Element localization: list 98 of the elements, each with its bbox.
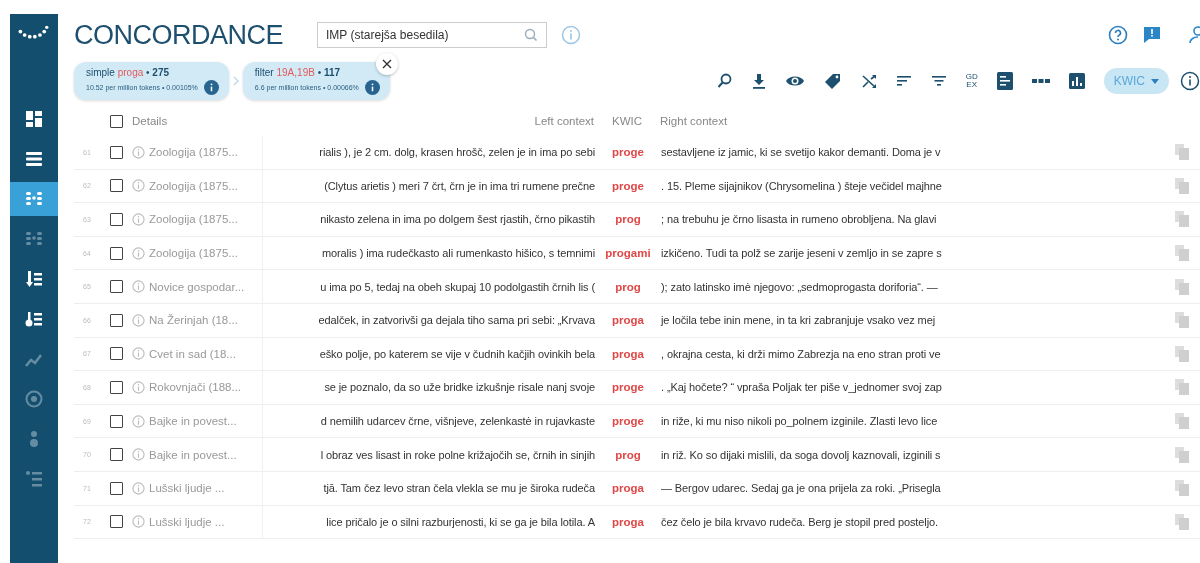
keyword[interactable]: proga <box>599 515 657 528</box>
document-title[interactable]: Lušski ljudje ... <box>149 482 225 495</box>
filter-icon[interactable] <box>930 74 947 88</box>
row-checkbox[interactable] <box>109 448 123 462</box>
document-title[interactable]: Bajke in povest... <box>149 448 237 461</box>
corpus-field[interactable]: IMP (starejša besedila) <box>317 22 547 48</box>
left-context: u ima po 5, tedaj na obeh skupaj 10 podolgastih črnih lis ( <box>319 280 596 293</box>
chevron-icon <box>232 76 239 86</box>
document-title[interactable]: Na Žerinjah (18... <box>149 314 238 327</box>
chip-label: filter 19A,19B • 117 <box>254 67 342 78</box>
right-context: ; na trebuhu je črno lisasta in rumeno obrobljena. Na glavi <box>660 213 938 226</box>
sort-icon[interactable] <box>895 74 912 88</box>
search-icon[interactable] <box>716 73 733 89</box>
left-context: lice pričalo je o silni razburjenosti, ki se ga je bila lotila. A <box>325 515 596 528</box>
close-icon <box>381 59 392 69</box>
feedback-icon[interactable] <box>1142 25 1162 45</box>
left-context: rialis ), je 2 cm. dolg, krasen hrošč, zelen je in ima po sebi <box>318 146 596 159</box>
row-checkbox[interactable] <box>109 313 123 327</box>
user-icon[interactable] <box>1188 25 1200 45</box>
left-context: moralis ) ima rudečkasto ali rumenkasto hišico, s temnimi <box>320 247 596 260</box>
column-header: Details <box>132 114 169 129</box>
list-icon <box>24 149 44 169</box>
column-header: KWIC <box>611 115 643 127</box>
gdex-button[interactable]: GD EX <box>965 73 978 89</box>
view-dropdown[interactable]: KWIC <box>1103 68 1169 94</box>
target-icon <box>24 389 44 409</box>
keyword[interactable]: proge <box>599 146 657 159</box>
left-context: l obraz ves lisast in roke polne križajočih se, črnih in sinjih <box>319 448 596 461</box>
row-checkbox[interactable] <box>109 515 123 529</box>
right-context: , okrajna cesta, ki drži mimo Zabrezja na eno stran proti ve <box>660 347 942 360</box>
left-context: edalček, in zatvorivši ga dejala tiho sama pri sebi: „Krvava <box>317 314 596 327</box>
keyword[interactable]: proga <box>599 347 657 360</box>
info-icon[interactable] <box>203 80 219 95</box>
left-context: d nemilih udarcev črne, višnjeve, zelenkastė in rujavkaste <box>319 415 596 428</box>
help-icon[interactable] <box>1108 25 1128 45</box>
dashboard-icon <box>24 109 44 129</box>
keyword[interactable]: prog <box>599 213 657 226</box>
sort-icon <box>24 269 44 289</box>
column-header: Right context <box>659 115 729 127</box>
close-button[interactable] <box>375 53 398 75</box>
document-title[interactable]: Lušski ljudje ... <box>149 515 225 528</box>
document-title[interactable]: Novice gospodar... <box>149 280 245 293</box>
keyword[interactable]: prog <box>599 280 657 293</box>
select-all-checkbox[interactable] <box>109 114 123 128</box>
shuffle-icon[interactable] <box>860 73 877 89</box>
document-title[interactable]: Rokovnjači (188... <box>149 381 242 394</box>
right-context: . 15. Pleme sijajnikov (Chrysomelina ) šteje večidel majhne <box>660 179 943 192</box>
document-title[interactable]: Zoologija (1875... <box>149 213 238 226</box>
download-icon[interactable] <box>751 73 766 89</box>
row-checkbox[interactable] <box>109 481 123 495</box>
search-icon <box>524 28 538 42</box>
list-icon <box>24 309 44 329</box>
chart-icon[interactable] <box>1068 73 1085 89</box>
right-context: . „Kaj hočete? “ vpraša Poljak ter piše v_jednomer svoj zap <box>660 381 943 394</box>
list-icon <box>24 469 44 489</box>
document-title[interactable]: Bajke in povest... <box>149 415 237 428</box>
keyword[interactable]: prog <box>599 448 657 461</box>
row-checkbox[interactable] <box>109 380 123 394</box>
right-context: je ločila tebe inin mene, in ta kri zabranjuje vsako vez mej <box>659 314 937 327</box>
left-context: eško polje, po katerem se vije v čudnih kačjih ovinkih bela <box>318 347 596 360</box>
info-icon[interactable] <box>364 80 380 95</box>
row-checkbox[interactable] <box>109 347 123 361</box>
left-context: nikasto zelena in ima po dolgem šest rjastih, črno pikastih <box>319 213 596 226</box>
right-context: izkičeno. Tudi ta polž se zarije jeseni v zemljo in se zapre s <box>660 247 943 260</box>
right-context: ); zato latinsko imė njegovo: „sedmoprogasta doriforia“. — <box>660 280 939 293</box>
keyword[interactable]: proga <box>599 314 657 327</box>
left-context: tjā. Tam čez levo stran čela vlekla se mu je široka rudeča <box>322 482 596 495</box>
eye-icon[interactable] <box>784 74 805 88</box>
keyword[interactable]: proge <box>599 381 657 394</box>
row-checkbox[interactable] <box>109 280 123 294</box>
keyword[interactable]: proge <box>599 179 657 192</box>
caret-icon <box>1151 78 1159 84</box>
more-icon[interactable] <box>1031 78 1050 84</box>
right-context: čez čelo je bila krvavo rudeča. Berg je stopil pred posteljo. <box>660 515 939 528</box>
column-header: Left context <box>533 115 595 127</box>
keyword[interactable]: progami <box>599 247 657 260</box>
document-title[interactable]: Zoologija (1875... <box>149 247 238 260</box>
document-title[interactable]: Zoologija (1875... <box>149 146 238 159</box>
document-title[interactable]: Zoologija (1875... <box>149 179 238 192</box>
row-checkbox[interactable] <box>109 145 123 159</box>
chip-label: simple proga • 275 <box>86 67 171 78</box>
right-context: sestavljene iz jamic, ki se svetijo kakor demanti. Doma je v <box>660 146 942 159</box>
document-title[interactable]: Cvet in sad (18... <box>149 347 236 360</box>
info-icon[interactable] <box>1180 71 1200 91</box>
document-icon[interactable] <box>996 72 1013 90</box>
row-checkbox[interactable] <box>109 246 123 260</box>
page-title: CONCORDANCE <box>74 19 283 51</box>
left-context: (Clytus arietis ) meri 7 črt, črn je in ima tri rumene prečne <box>323 179 596 192</box>
keyword[interactable]: proge <box>599 415 657 428</box>
right-context: in riže, ki mu niso nikoli po_polnem izginile. Zlasti levo lice <box>660 415 939 428</box>
row-checkbox[interactable] <box>109 414 123 428</box>
row-checkbox[interactable] <box>109 179 123 193</box>
left-context: se je poznalo, da so uže bridke izkušnje risale nanj svoje <box>323 381 596 394</box>
tag-icon[interactable] <box>823 73 842 89</box>
row-checkbox[interactable] <box>109 213 123 226</box>
right-context: — Bergov udarec. Sedaj ga je ona prijela za roki. „Prisegla <box>660 482 942 495</box>
keyword[interactable]: proga <box>599 482 657 495</box>
right-context: in riž. Ko so dijaki mislili, da soga dovolj kaznovali, izginili s <box>660 448 942 461</box>
